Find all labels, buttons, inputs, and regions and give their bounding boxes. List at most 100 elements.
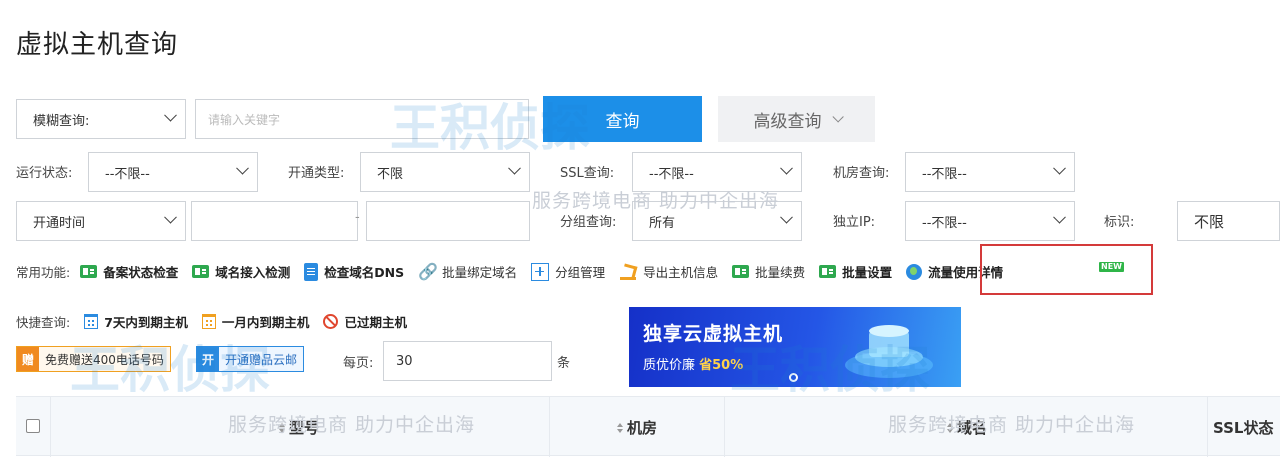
open-type-label: 开通类型: (288, 166, 345, 181)
chevron-down-icon (780, 210, 793, 224)
chevron-down-icon (1053, 161, 1066, 175)
ip-label: 独立IP: (833, 215, 876, 230)
quick-query-bar: 快捷查询: 7天内到期主机 一月内到期主机 已过期主机 (16, 312, 407, 331)
open-time-value: 开通时间 (33, 215, 86, 231)
carousel-dot[interactable] (789, 373, 798, 382)
expire-month-link[interactable]: 一月内到期主机 (201, 312, 310, 331)
room-select[interactable]: --不限-- (905, 152, 1075, 192)
ssl-select[interactable]: --不限-- (632, 152, 802, 192)
batch-settings-button[interactable]: 批量设置 (819, 262, 892, 281)
search-mode-select[interactable]: 模糊查询: (16, 99, 186, 139)
record-check-button[interactable]: 备案状态检查 (80, 262, 178, 281)
start-date-input[interactable] (191, 201, 358, 241)
dns-check-label: 检查域名DNS (324, 265, 405, 280)
advanced-query-button[interactable]: 高级查询 (718, 96, 875, 142)
col-ssl[interactable]: SSL状态 (1213, 417, 1274, 438)
open-tag: 开 (197, 347, 219, 371)
group-manage-label: 分组管理 (555, 265, 606, 280)
gift-tag: 赠 (17, 347, 39, 371)
chevron-down-icon (508, 161, 521, 175)
range-separator: - (355, 210, 360, 225)
col-domain[interactable]: 域名 (947, 417, 987, 438)
export-button[interactable]: 导出主机信息 (619, 262, 718, 281)
page-title: 虚拟主机查询 (16, 30, 179, 60)
open-mail-link[interactable]: 开 开通赠品云邮 (196, 346, 305, 372)
open-time-select[interactable]: 开通时间 (16, 201, 186, 241)
export-icon (619, 263, 637, 281)
banner-subtitle-prefix: 质优价廉 (643, 358, 700, 373)
banner-subtitle: 质优价廉 省50% (643, 354, 743, 373)
calendar-icon (84, 314, 99, 329)
batch-renew-label: 批量续费 (755, 265, 806, 280)
run-status-label: 运行状态: (16, 166, 73, 181)
col-domain-label: 域名 (957, 419, 988, 437)
keyword-input[interactable]: 请输入关键字 (195, 99, 529, 139)
col-model-label: 型号 (289, 419, 320, 437)
open-text: 开通赠品云邮 (219, 347, 304, 371)
sort-icon (947, 422, 953, 433)
per-page-value: 30 (396, 353, 413, 369)
bind-domain-button[interactable]: 🔗 批量绑定域名 (418, 262, 517, 281)
expire-month-label: 一月内到期主机 (221, 315, 310, 330)
chevron-down-icon (1053, 210, 1066, 224)
expire-7days-label: 7天内到期主机 (104, 315, 188, 330)
keyword-placeholder: 请输入关键字 (208, 112, 281, 127)
group-label: 分组查询: (560, 215, 617, 230)
room-label: 机房查询: (833, 166, 890, 181)
dns-check-button[interactable]: 检查域名DNS (304, 262, 404, 281)
run-status-select[interactable]: --不限-- (88, 152, 258, 192)
quick-query-label: 快捷查询: (16, 315, 71, 330)
promo-banner[interactable]: 独享云虚拟主机 质优价廉 省50% (629, 307, 961, 387)
banner-subtitle-highlight: 省50% (699, 358, 744, 373)
table-header: 型号 机房 域名 SSL状态 (16, 396, 1280, 457)
record-check-icon (80, 265, 98, 278)
chevron-down-icon (780, 161, 793, 175)
export-label: 导出主机信息 (643, 265, 719, 280)
ssl-label: SSL查询: (560, 166, 615, 181)
functions-label: 常用功能: (16, 265, 71, 280)
batch-renew-button[interactable]: 批量续费 (732, 262, 805, 281)
calendar-icon (201, 314, 216, 329)
gift-promo-link[interactable]: 赠 免费赠送400电话号码 (16, 346, 171, 372)
ssl-value: --不限-- (649, 166, 694, 182)
bind-domain-label: 批量绑定域名 (442, 265, 518, 280)
group-icon (531, 262, 550, 281)
expired-link[interactable]: 已过期主机 (323, 312, 407, 331)
renew-icon (732, 265, 750, 278)
select-all-checkbox[interactable] (26, 419, 40, 433)
dns-check-icon (304, 262, 319, 281)
end-date-input[interactable] (366, 201, 530, 241)
domain-check-icon (192, 265, 210, 278)
run-status-value: --不限-- (105, 166, 150, 182)
sort-icon (617, 422, 623, 433)
group-select[interactable]: 所有 (632, 201, 802, 241)
gift-text: 免费赠送400电话号码 (39, 347, 170, 371)
open-type-value: 不限 (377, 166, 404, 182)
query-button[interactable]: 查询 (543, 96, 702, 142)
flag-label: 标识: (1104, 215, 1135, 230)
col-room-label: 机房 (627, 419, 658, 437)
sort-icon (279, 422, 285, 433)
domain-check-label: 域名接入检测 (215, 265, 291, 280)
expire-7days-link[interactable]: 7天内到期主机 (84, 312, 188, 331)
expired-label: 已过期主机 (344, 315, 407, 330)
query-button-label: 查询 (605, 111, 640, 132)
ban-icon (323, 314, 339, 329)
search-mode-value: 模糊查询: (33, 113, 90, 129)
room-value: --不限-- (922, 166, 967, 182)
highlight-box (980, 244, 1153, 295)
record-check-label: 备案状态检查 (103, 265, 179, 280)
col-room[interactable]: 机房 (617, 417, 657, 438)
group-manage-button[interactable]: 分组管理 (531, 262, 605, 281)
col-model[interactable]: 型号 (279, 417, 319, 438)
ip-value: --不限-- (922, 215, 967, 231)
per-page-unit: 条 (557, 356, 571, 371)
domain-check-button[interactable]: 域名接入检测 (192, 262, 290, 281)
flag-select[interactable]: 不限 (1177, 201, 1280, 241)
per-page-input[interactable]: 30 (383, 341, 552, 381)
ip-select[interactable]: --不限-- (905, 201, 1075, 241)
open-type-select[interactable]: 不限 (360, 152, 530, 192)
banner-title: 独享云虚拟主机 (643, 323, 784, 345)
col-ssl-label: SSL状态 (1213, 419, 1274, 437)
chevron-down-icon (164, 108, 177, 122)
